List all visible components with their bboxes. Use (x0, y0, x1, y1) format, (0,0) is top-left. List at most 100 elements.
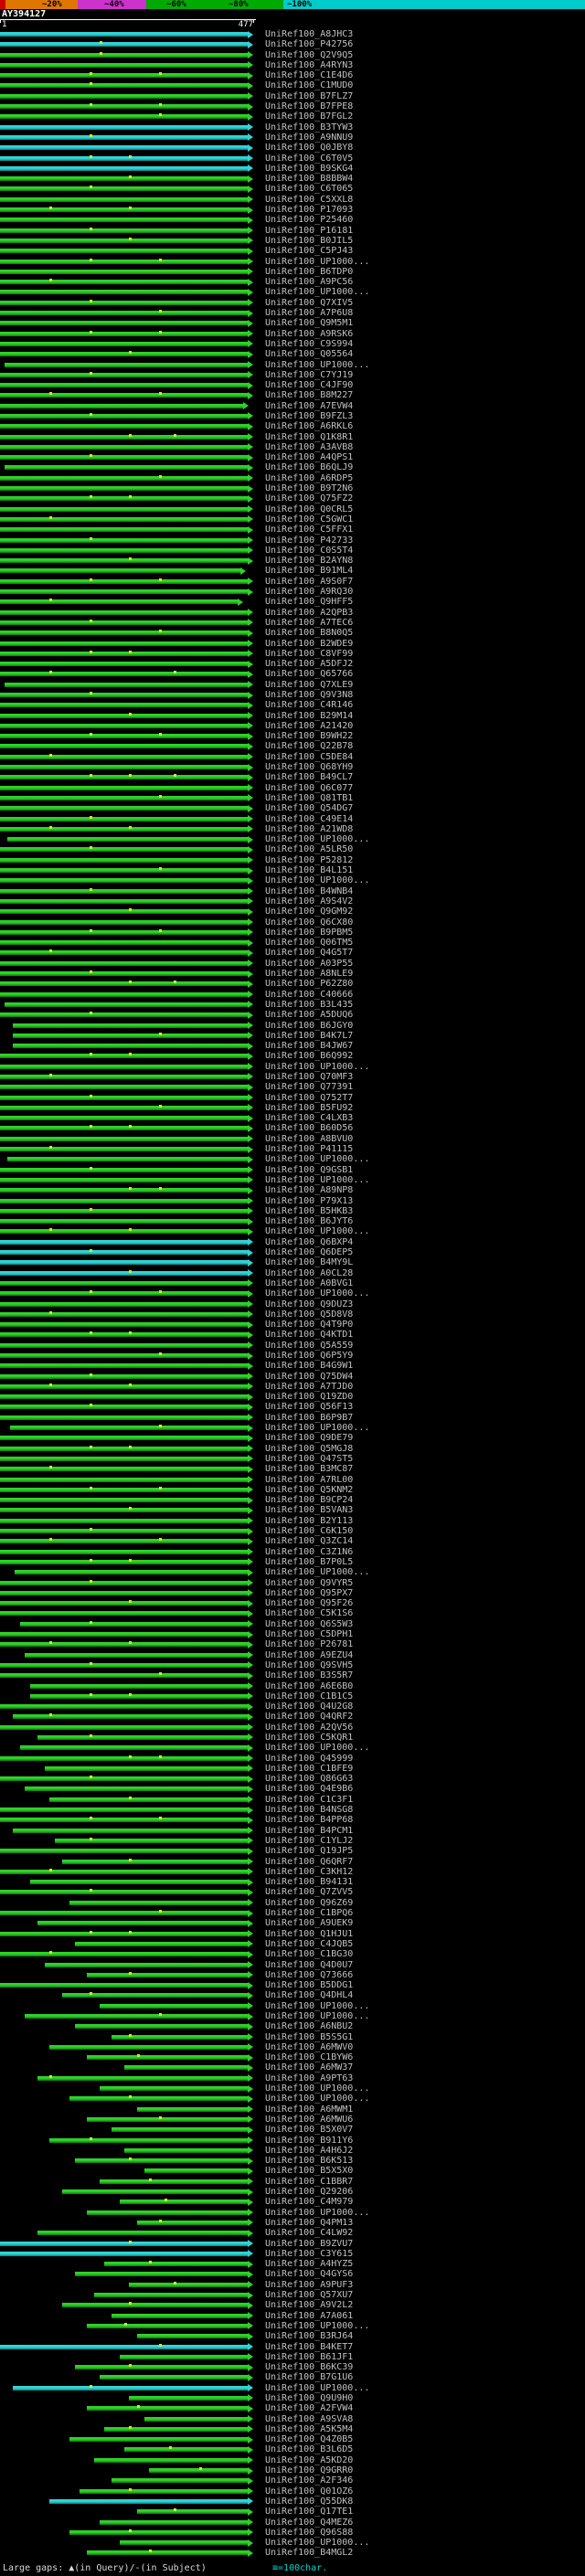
hit-label[interactable]: UniRef100_A6MW37 (265, 2062, 353, 2072)
hit-label[interactable]: UniRef100_UP1000... (265, 2001, 369, 2011)
hit-label[interactable]: UniRef100_Q56F13 (265, 1402, 353, 1412)
hit-bar[interactable] (0, 662, 249, 667)
hit-bar[interactable] (0, 1456, 249, 1461)
hit-label[interactable]: UniRef100_A9RSK6 (265, 329, 353, 339)
hit-label[interactable]: UniRef100_Q17TE1 (265, 2507, 353, 2517)
hit-label[interactable]: UniRef100_A9NNU9 (265, 133, 353, 143)
hit-bar[interactable] (119, 2540, 249, 2546)
hit-bar[interactable] (0, 1724, 249, 1730)
hit-label[interactable]: UniRef100_B4PP68 (265, 1815, 353, 1825)
hit-bar[interactable] (12, 1023, 249, 1028)
hit-bar[interactable] (0, 806, 249, 811)
hit-bar[interactable] (99, 2375, 249, 2380)
hit-bar[interactable] (37, 2231, 249, 2236)
hit-bar[interactable] (7, 837, 249, 843)
hit-bar[interactable] (0, 620, 249, 625)
hit-label[interactable]: UniRef100_UP1000... (265, 1288, 369, 1299)
hit-bar[interactable] (0, 631, 249, 636)
hit-label[interactable]: UniRef100_A0BVG1 (265, 1278, 353, 1288)
hit-bar[interactable] (0, 1818, 249, 1823)
hit-label[interactable]: UniRef100_B4MGL2 (265, 2548, 353, 2558)
hit-label[interactable]: UniRef100_Q95PX7 (265, 1588, 353, 1598)
hit-bar[interactable] (0, 1136, 249, 1141)
hit-label[interactable]: UniRef100_UP1000... (265, 2208, 369, 2218)
hit-label[interactable]: UniRef100_Q29206 (265, 2187, 353, 2197)
hit-bar[interactable] (0, 1529, 249, 1534)
hit-label[interactable]: UniRef100_Q06TM5 (265, 938, 353, 948)
hit-bar[interactable] (0, 785, 249, 790)
hit-label[interactable]: UniRef100_B4JW67 (265, 1041, 353, 1051)
hit-label[interactable]: UniRef100_A4QPS1 (265, 452, 353, 462)
hit-label[interactable]: UniRef100_Q22B78 (265, 741, 353, 751)
hit-label[interactable]: UniRef100_Q6QRF7 (265, 1857, 353, 1867)
hit-bar[interactable] (0, 372, 249, 377)
hit-bar[interactable] (0, 1477, 249, 1482)
hit-label[interactable]: UniRef100_A4RYN3 (265, 60, 353, 70)
hit-bar[interactable] (54, 1838, 249, 1843)
hit-bar[interactable] (49, 2044, 249, 2050)
hit-label[interactable]: UniRef100_P41115 (265, 1144, 353, 1154)
hit-bar[interactable] (0, 1105, 249, 1110)
hit-label[interactable]: UniRef100_A5DUQ6 (265, 1010, 353, 1020)
hit-label[interactable]: UniRef100_A7TJD0 (265, 1382, 353, 1392)
hit-bar[interactable] (0, 1219, 249, 1224)
hit-label[interactable]: UniRef100_Q01OZ6 (265, 2486, 353, 2496)
hit-bar[interactable] (74, 2365, 249, 2370)
hit-label[interactable]: UniRef100_C40666 (265, 990, 353, 1000)
hit-label[interactable]: UniRef100_B5DDG1 (265, 1980, 353, 1990)
hit-bar[interactable] (0, 919, 249, 925)
hit-bar[interactable] (0, 331, 249, 336)
hit-bar[interactable] (0, 744, 249, 749)
hit-label[interactable]: UniRef100_B9PBM5 (265, 928, 353, 938)
hit-bar[interactable] (0, 1498, 249, 1503)
hit-bar[interactable] (62, 1859, 249, 1864)
hit-label[interactable]: UniRef100_B6KC39 (265, 2362, 353, 2372)
hit-label[interactable]: UniRef100_A7EVW4 (265, 401, 353, 411)
hit-bar[interactable] (124, 2447, 249, 2453)
hit-label[interactable]: UniRef100_B7FGL2 (265, 111, 353, 122)
hit-bar[interactable] (0, 971, 249, 977)
hit-bar[interactable] (0, 723, 249, 728)
hit-bar[interactable] (0, 413, 249, 419)
hit-label[interactable]: UniRef100_Q6CX80 (265, 917, 353, 928)
hit-label[interactable]: UniRef100_B3RJ64 (265, 2331, 353, 2341)
hit-label[interactable]: UniRef100_B49CL7 (265, 772, 353, 782)
hit-bar[interactable] (0, 1983, 249, 1988)
hit-label[interactable]: UniRef100_B6Q992 (265, 1051, 353, 1061)
hit-bar[interactable] (0, 403, 244, 408)
hit-bar[interactable] (112, 2313, 249, 2318)
hit-label[interactable]: UniRef100_C4JF90 (265, 380, 353, 390)
hit-label[interactable]: UniRef100_B7FLZ7 (265, 91, 353, 101)
hit-label[interactable]: UniRef100_B2AYN8 (265, 556, 353, 566)
hit-label[interactable]: UniRef100_A9S0F7 (265, 577, 353, 587)
hit-label[interactable]: UniRef100_UP1000... (265, 1062, 369, 1072)
hit-label[interactable]: UniRef100_UP1000... (265, 2083, 369, 2094)
hit-label[interactable]: UniRef100_Q1HJU1 (265, 1929, 353, 1939)
hit-label[interactable]: UniRef100_A7A061 (265, 2311, 353, 2321)
hit-label[interactable]: UniRef100_B60D56 (265, 1123, 353, 1133)
hit-bar[interactable] (5, 682, 249, 687)
hit-label[interactable]: UniRef100_Q9DE79 (265, 1433, 353, 1443)
hit-bar[interactable] (112, 2034, 249, 2040)
hit-label[interactable]: UniRef100_A9UEK9 (265, 1918, 353, 1928)
hit-label[interactable]: UniRef100_Q19JP5 (265, 1846, 353, 1856)
hit-label[interactable]: UniRef100_C5DPH1 (265, 1629, 353, 1639)
hit-bar[interactable] (69, 1900, 249, 1905)
hit-label[interactable]: UniRef100_A03P55 (265, 959, 353, 969)
hit-bar[interactable] (0, 888, 249, 894)
hit-bar[interactable] (0, 300, 249, 305)
hit-label[interactable]: UniRef100_UP1000... (265, 1743, 369, 1753)
hit-bar[interactable] (12, 1044, 249, 1049)
hit-bar[interactable] (0, 124, 249, 130)
hit-bar[interactable] (0, 1405, 249, 1410)
hit-bar[interactable] (0, 269, 249, 274)
hit-bar[interactable] (0, 1208, 249, 1214)
hit-bar[interactable] (69, 2529, 249, 2535)
hit-label[interactable]: UniRef100_A7RL00 (265, 1475, 353, 1485)
hit-bar[interactable] (0, 909, 249, 915)
hit-bar[interactable] (0, 1467, 249, 1472)
hit-bar[interactable] (74, 2024, 249, 2030)
hit-bar[interactable] (0, 475, 249, 481)
hit-bar[interactable] (112, 2127, 249, 2133)
hit-label[interactable]: UniRef100_UP1000... (265, 1154, 369, 1164)
